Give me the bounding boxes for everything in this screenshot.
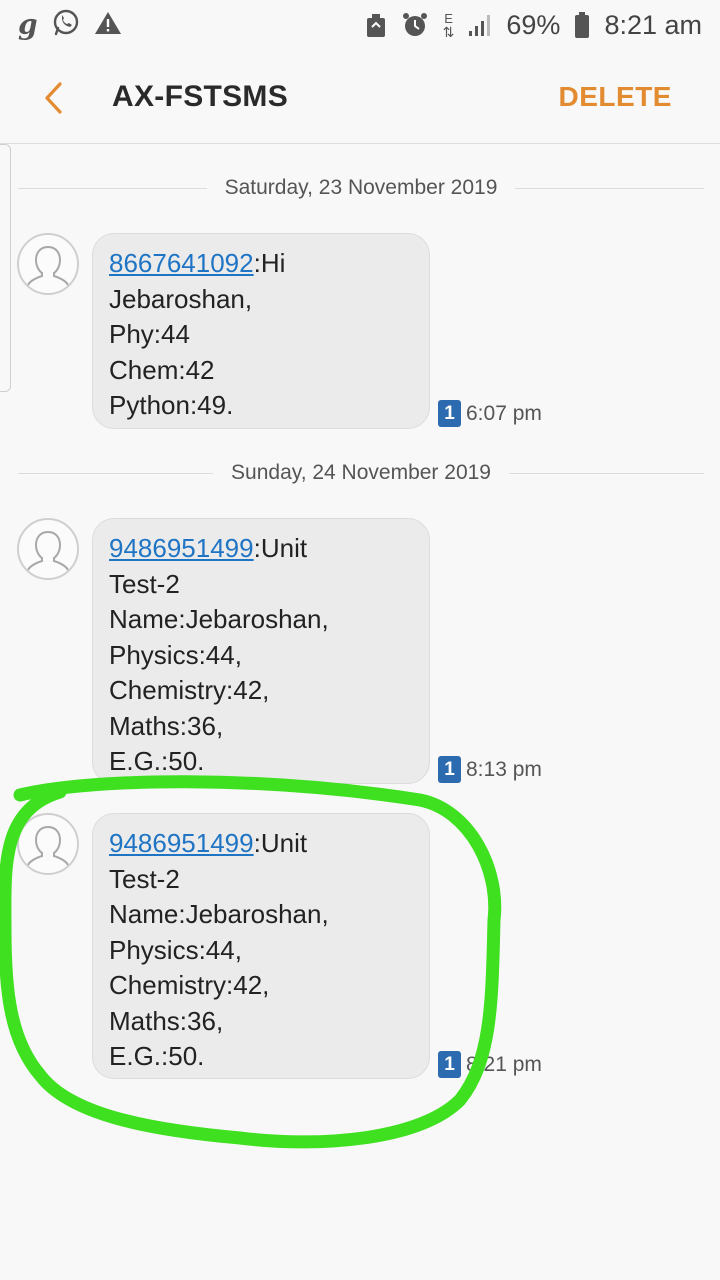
- recycle-icon: [365, 12, 387, 38]
- message-meta: 1 6:07 pm: [438, 400, 542, 427]
- message-text: Maths:36,: [109, 1005, 224, 1036]
- message-text: Maths:36,: [109, 710, 224, 741]
- message-text: Chemistry:42,: [109, 675, 270, 705]
- back-button[interactable]: [34, 78, 74, 118]
- message-text: E.G.:50.: [109, 1041, 205, 1071]
- message-text: Name:Jebaroshan,: [109, 899, 329, 929]
- person-icon: [27, 826, 69, 866]
- avatar[interactable]: [17, 518, 79, 580]
- message-meta: 1 8:21 pm: [438, 1051, 542, 1078]
- message-text: Test-2: [109, 568, 180, 599]
- phone-number-link[interactable]: 9486951499: [109, 828, 254, 858]
- clock: 8:21 am: [604, 9, 702, 40]
- message-text: Jebaroshan,: [109, 283, 253, 314]
- message-text: E.G.:50.: [109, 746, 205, 776]
- sim-badge: 1: [438, 756, 461, 783]
- avatar[interactable]: [17, 233, 79, 295]
- person-icon: [27, 531, 69, 571]
- message-bubble[interactable]: 9486951499:Unit Test-2 Name:Jebaroshan, …: [92, 518, 430, 784]
- date-divider: Sunday, 24 November 2019: [18, 461, 705, 485]
- message-time: 6:07 pm: [466, 401, 542, 425]
- g-app-icon: g: [18, 8, 38, 41]
- edge-panel-handle[interactable]: [0, 144, 11, 392]
- sim-badge: 1: [438, 400, 461, 427]
- page-title: AX-FSTSMS: [112, 80, 289, 113]
- data-arrows-icon: E ⇅: [442, 10, 455, 40]
- message-text: Chem:42: [109, 354, 215, 385]
- message-text: Physics:44,: [109, 639, 242, 670]
- date-label: Sunday, 24 November 2019: [231, 461, 491, 484]
- status-bar: g E ⇅ 69% 8:21 am: [0, 0, 720, 50]
- alarm-icon: [401, 11, 429, 39]
- message-text: :Unit: [253, 828, 308, 858]
- message-text: Physics:44,: [109, 934, 242, 965]
- date-label: Saturday, 23 November 2019: [224, 176, 498, 199]
- delete-button[interactable]: DELETE: [559, 81, 672, 113]
- message-time: 8:13 pm: [466, 757, 542, 781]
- message-text: Python:49.: [109, 390, 234, 420]
- message-bubble[interactable]: 8667641092:Hi Jebaroshan, Phy:44 Chem:42…: [92, 233, 430, 429]
- phone-number-link[interactable]: 8667641092: [109, 248, 254, 278]
- conversation-header: AX-FSTSMS DELETE: [0, 50, 720, 144]
- message-text: Test-2: [109, 863, 180, 894]
- battery-icon: [574, 11, 590, 39]
- sim-badge: 1: [438, 1051, 461, 1078]
- phone-number-link[interactable]: 9486951499: [109, 533, 254, 563]
- chevron-left-icon: [45, 82, 62, 114]
- signal-icon: [468, 13, 492, 37]
- whatsapp-icon: [52, 9, 80, 42]
- battery-percent: 69%: [506, 9, 561, 40]
- date-divider: Saturday, 23 November 2019: [18, 176, 704, 200]
- message-text: Phy:44: [109, 319, 190, 349]
- message-text: Chemistry:42,: [109, 970, 270, 1000]
- avatar[interactable]: [17, 813, 79, 875]
- person-icon: [27, 246, 69, 286]
- message-bubble[interactable]: 9486951499:Unit Test-2 Name:Jebaroshan, …: [92, 813, 430, 1079]
- message-text: Name:Jebaroshan,: [109, 604, 329, 634]
- warning-icon: [94, 10, 122, 41]
- message-meta: 1 8:13 pm: [438, 756, 542, 783]
- message-text: :Hi: [253, 248, 286, 278]
- message-time: 8:21 pm: [466, 1052, 542, 1076]
- message-text: :Unit: [253, 533, 308, 563]
